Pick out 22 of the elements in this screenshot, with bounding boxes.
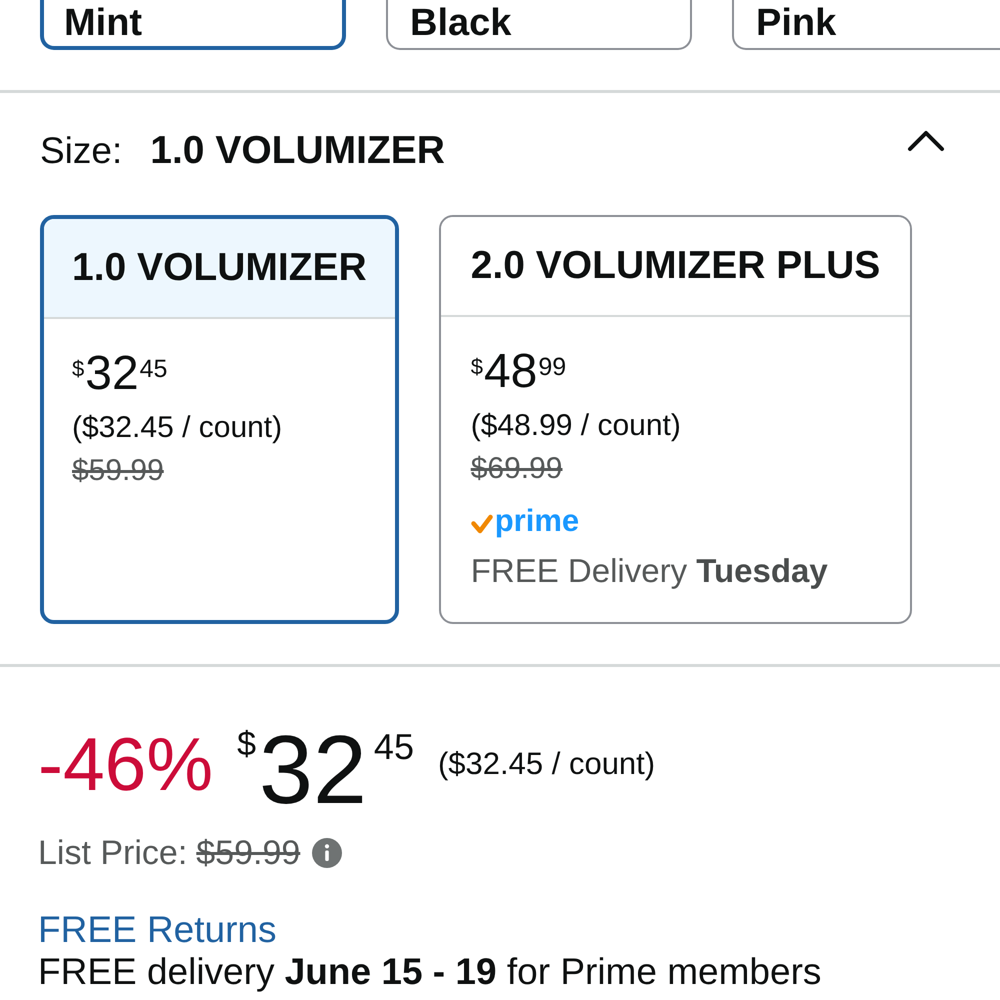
color-option[interactable]: Black <box>386 0 692 50</box>
chevron-up-icon[interactable] <box>907 130 945 152</box>
delivery-text: FREE Delivery Tuesday <box>470 551 828 591</box>
list-price: $59.99 <box>196 833 300 873</box>
selected-size: 1.0 VOLUMIZER <box>150 129 445 173</box>
list-price-label: List Price: <box>38 833 188 873</box>
size-option-title: 1.0 VOLUMIZER <box>44 219 395 319</box>
unit-price: ($48.99 / count) <box>470 408 681 444</box>
size-option-title: 2.0 VOLUMIZER PLUS <box>440 217 910 317</box>
unit-price: ($32.45 / count) <box>438 748 656 779</box>
free-returns-link[interactable]: FREE Returns <box>38 909 277 951</box>
color-option[interactable]: Mint <box>40 0 346 50</box>
size-label: Size: <box>40 129 122 173</box>
original-price: $59.99 <box>72 453 164 489</box>
discount-percent: -46% <box>38 727 214 802</box>
color-option[interactable]: Pink <box>732 0 1000 50</box>
unit-price: ($32.45 / count) <box>72 410 282 446</box>
delivery-message: FREE delivery June 15 - 19 for Prime members <box>38 952 822 992</box>
check-icon <box>470 514 493 534</box>
prime-label: prime <box>494 504 580 538</box>
info-icon[interactable] <box>312 838 342 868</box>
original-price: $69.99 <box>470 451 562 487</box>
